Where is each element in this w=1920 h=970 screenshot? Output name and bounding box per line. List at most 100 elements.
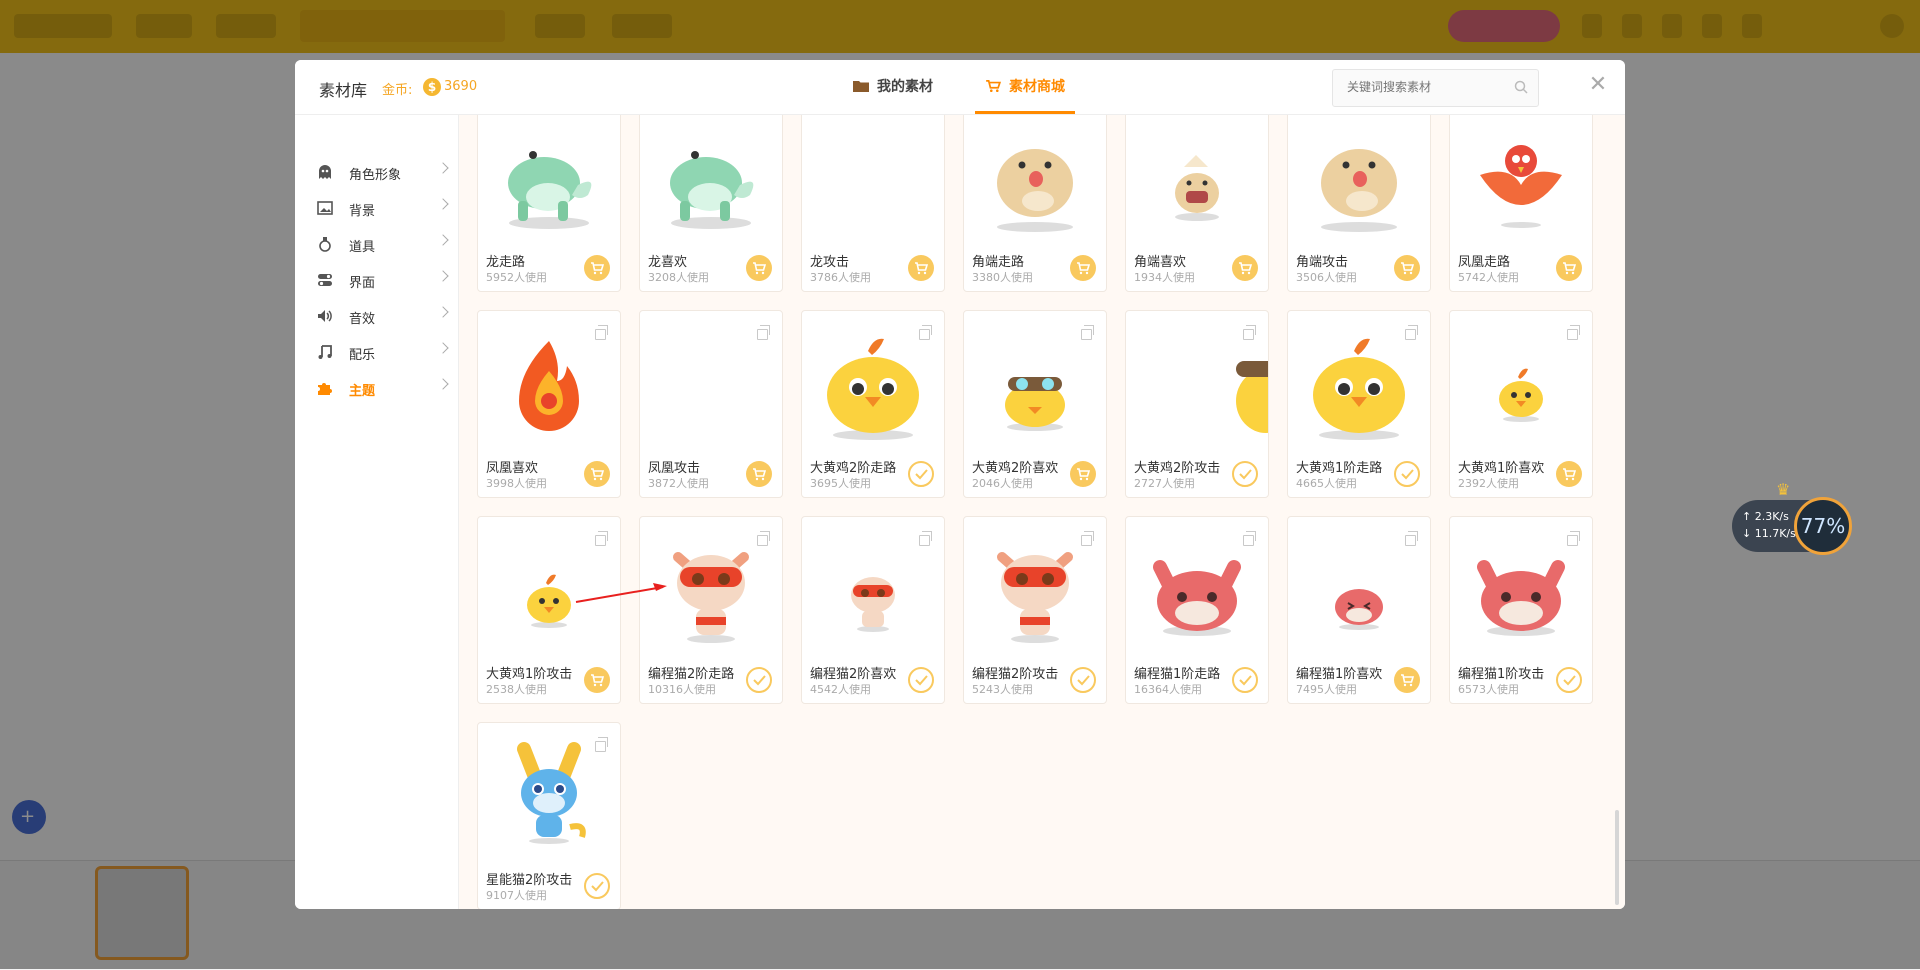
cart-icon: [753, 262, 767, 275]
asset-card[interactable]: 角端攻击 3506人使用: [1287, 114, 1431, 292]
copy-icon[interactable]: [1567, 325, 1580, 340]
coin-label: 金币:: [382, 83, 413, 98]
asset-card[interactable]: 编程猫1阶攻击 6573人使用: [1449, 516, 1593, 704]
category-sidebar: 角色形象 背景 道具 界面 音效 配乐 主题: [295, 114, 459, 909]
cart-icon: [1239, 262, 1253, 275]
scrollbar[interactable]: [1615, 810, 1619, 905]
asset-card[interactable]: 编程猫2阶攻击 5243人使用: [963, 516, 1107, 704]
owned-button[interactable]: [908, 667, 934, 693]
buy-button[interactable]: [1070, 461, 1096, 487]
network-speed-widget[interactable]: ♛ ↑ 2.3K/s ↓ 11.7K/s 77%: [1732, 480, 1852, 555]
asset-card[interactable]: 大黄鸡2阶攻击 2727人使用: [1125, 310, 1269, 498]
owned-button[interactable]: [1394, 461, 1420, 487]
asset-usage-count: 3380人使用: [972, 271, 1033, 284]
asset-grid: 龙走路 5952人使用 龙喜欢 3208人使用 龙攻击 3786人使用 角端走路 3380人使…: [459, 114, 1625, 909]
asset-card[interactable]: 凤凰走路 5742人使用: [1449, 114, 1593, 292]
tab-my-materials[interactable]: 我的素材: [853, 60, 933, 114]
asset-card[interactable]: 龙走路 5952人使用: [477, 114, 621, 292]
copy-icon[interactable]: [757, 325, 770, 340]
copy-icon[interactable]: [595, 737, 608, 752]
check-icon: [1563, 675, 1576, 686]
download-speed: ↓ 11.7K/s: [1742, 527, 1796, 540]
close-icon[interactable]: ✕: [1586, 73, 1610, 97]
search-icon[interactable]: [1514, 80, 1528, 94]
coin-icon: $: [423, 78, 441, 96]
owned-button[interactable]: [1232, 461, 1258, 487]
buy-button[interactable]: [584, 255, 610, 281]
asset-card[interactable]: 凤凰喜欢 3998人使用: [477, 310, 621, 498]
buy-button[interactable]: [1232, 255, 1258, 281]
buy-button[interactable]: [1394, 255, 1420, 281]
ghost-icon: [319, 165, 331, 179]
chevron-right-icon: [437, 198, 449, 210]
sidebar-item-label: 主题: [349, 384, 376, 399]
asset-card[interactable]: 凤凰攻击 3872人使用: [639, 310, 783, 498]
asset-card[interactable]: 星能猫2阶攻击 9107人使用: [477, 722, 621, 909]
asset-card[interactable]: 编程猫2阶喜欢 4542人使用: [801, 516, 945, 704]
owned-button[interactable]: [908, 461, 934, 487]
sidebar-item-character[interactable]: 角色形象: [295, 154, 458, 190]
copy-icon[interactable]: [1405, 531, 1418, 546]
asset-name: 龙喜欢: [648, 255, 688, 270]
sidebar-item-theme[interactable]: 主题: [295, 370, 458, 406]
copy-icon[interactable]: [1081, 325, 1094, 340]
asset-name: 编程猫2阶喜欢: [810, 667, 897, 682]
search-input[interactable]: [1347, 80, 1507, 94]
tab-material-store[interactable]: 素材商城: [975, 60, 1075, 114]
asset-card[interactable]: 角端走路 3380人使用: [963, 114, 1107, 292]
copy-icon[interactable]: [1243, 531, 1256, 546]
copy-icon[interactable]: [595, 325, 608, 340]
copy-icon[interactable]: [1405, 325, 1418, 340]
asset-card[interactable]: 编程猫1阶喜欢 7495人使用: [1287, 516, 1431, 704]
owned-button[interactable]: [1232, 667, 1258, 693]
sidebar-item-props[interactable]: 道具: [295, 226, 458, 262]
owned-button[interactable]: [746, 667, 772, 693]
copy-icon[interactable]: [919, 531, 932, 546]
asset-card[interactable]: 大黄鸡1阶攻击 2538人使用: [477, 516, 621, 704]
asset-card[interactable]: 编程猫1阶走路 16364人使用: [1125, 516, 1269, 704]
buy-button[interactable]: [746, 461, 772, 487]
asset-usage-count: 7495人使用: [1296, 683, 1357, 696]
asset-name: 编程猫1阶攻击: [1458, 667, 1545, 682]
toggle-icon: [318, 274, 332, 286]
buy-button[interactable]: [908, 255, 934, 281]
copy-icon[interactable]: [1081, 531, 1094, 546]
asset-card[interactable]: 大黄鸡2阶走路 3695人使用: [801, 310, 945, 498]
chevron-right-icon: [437, 234, 449, 246]
asset-card[interactable]: 大黄鸡2阶喜欢 2046人使用: [963, 310, 1107, 498]
buy-button[interactable]: [1394, 667, 1420, 693]
copy-icon[interactable]: [757, 531, 770, 546]
sidebar-item-background[interactable]: 背景: [295, 190, 458, 226]
asset-usage-count: 3998人使用: [486, 477, 547, 490]
copy-icon[interactable]: [595, 531, 608, 546]
copy-icon[interactable]: [1243, 325, 1256, 340]
asset-card[interactable]: 大黄鸡1阶走路 4665人使用: [1287, 310, 1431, 498]
asset-card[interactable]: 角端喜欢 1934人使用: [1125, 114, 1269, 292]
sidebar-item-label: 背景: [349, 204, 376, 219]
asset-card[interactable]: 龙喜欢 3208人使用: [639, 114, 783, 292]
check-icon: [915, 469, 928, 480]
copy-icon[interactable]: [1567, 531, 1580, 546]
asset-card[interactable]: 龙攻击 3786人使用: [801, 114, 945, 292]
buy-button[interactable]: [1070, 255, 1096, 281]
owned-button[interactable]: [584, 873, 610, 899]
asset-name: 星能猫2阶攻击: [486, 873, 573, 888]
upload-speed-value: 2.3K/s: [1754, 510, 1789, 523]
asset-name: 龙攻击: [810, 255, 850, 270]
buy-button[interactable]: [1556, 255, 1582, 281]
buy-button[interactable]: [584, 461, 610, 487]
owned-button[interactable]: [1070, 667, 1096, 693]
tab-label: 我的素材: [877, 79, 933, 95]
buy-button[interactable]: [584, 667, 610, 693]
sidebar-item-sound-effects[interactable]: 音效: [295, 298, 458, 334]
asset-card[interactable]: 大黄鸡1阶喜欢 2392人使用: [1449, 310, 1593, 498]
chevron-right-icon: [437, 306, 449, 318]
asset-card[interactable]: 编程猫2阶走路 10316人使用: [639, 516, 783, 704]
copy-icon[interactable]: [919, 325, 932, 340]
asset-name: 凤凰攻击: [648, 461, 701, 476]
buy-button[interactable]: [1556, 461, 1582, 487]
owned-button[interactable]: [1556, 667, 1582, 693]
sidebar-item-music[interactable]: 配乐: [295, 334, 458, 370]
buy-button[interactable]: [746, 255, 772, 281]
sidebar-item-interface[interactable]: 界面: [295, 262, 458, 298]
